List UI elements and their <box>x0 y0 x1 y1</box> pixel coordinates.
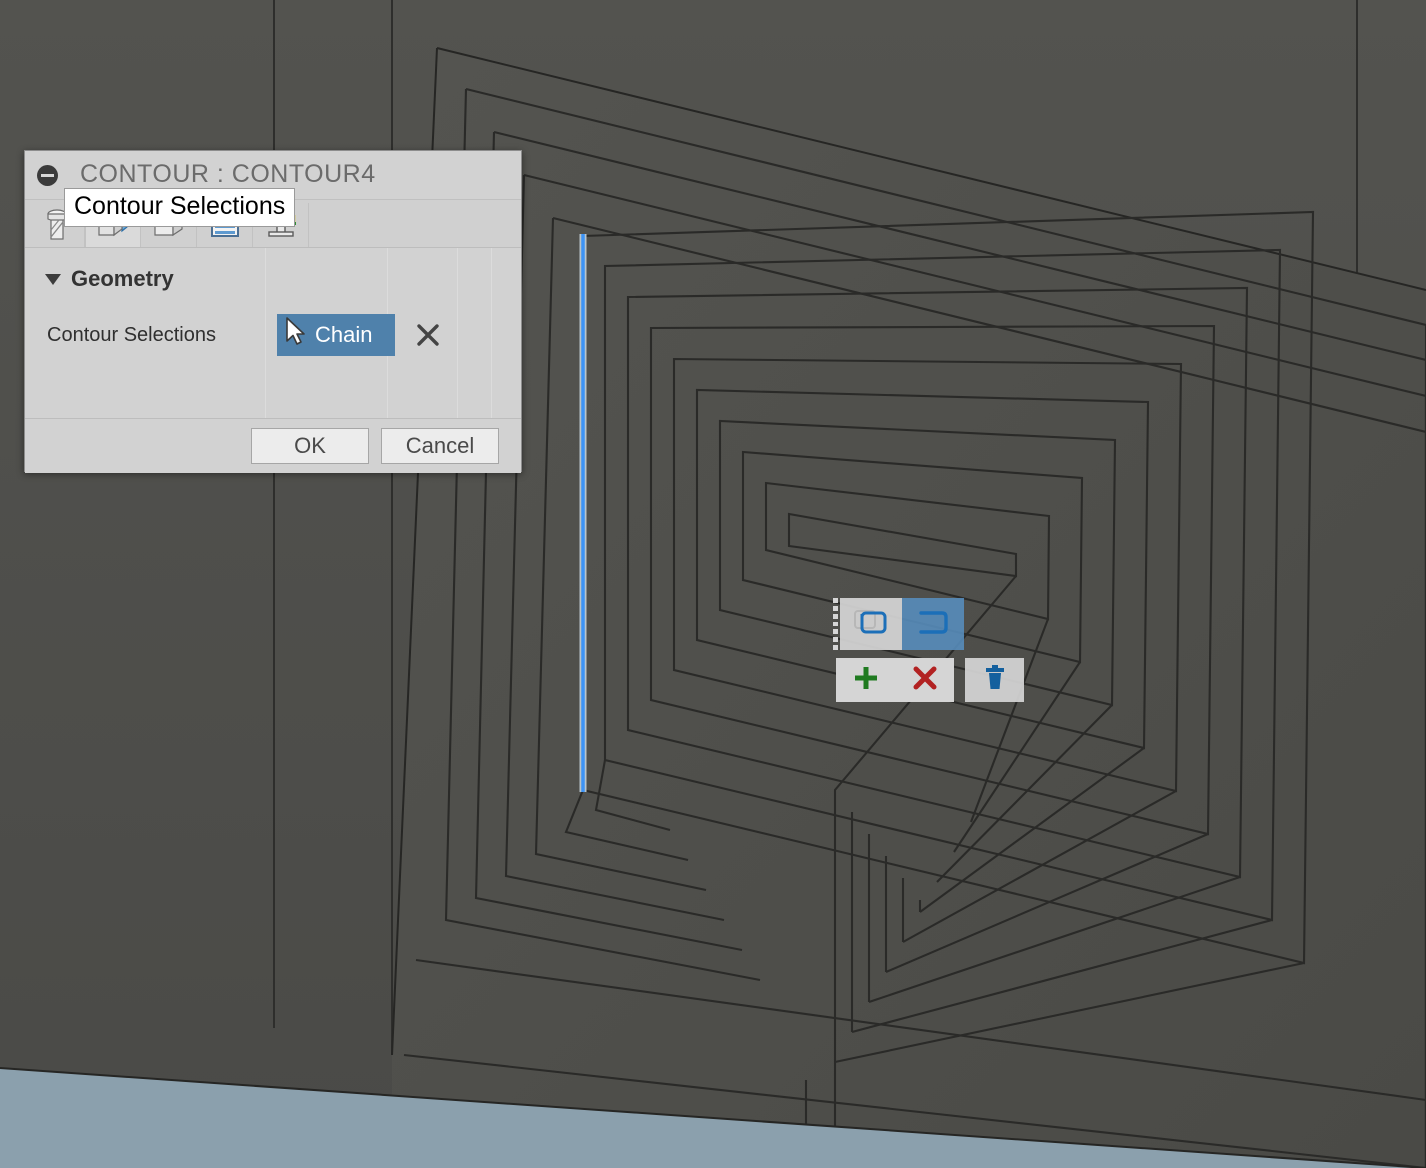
delete-selection-button[interactable] <box>965 658 1024 702</box>
mini-toolbar-mode-row <box>831 598 1024 651</box>
triangle-down-icon[interactable] <box>45 273 61 285</box>
select-cursor-icon <box>283 316 309 354</box>
cancel-button[interactable]: Cancel <box>381 428 499 464</box>
dialog-title: CONTOUR : CONTOUR4 <box>80 160 376 188</box>
dialog-footer: OK Cancel <box>25 419 521 473</box>
chain-select-button[interactable]: Chain <box>277 314 395 356</box>
trash-icon <box>982 664 1008 697</box>
contour-selections-label: Contour Selections <box>47 323 216 346</box>
add-remove-group <box>836 658 954 702</box>
tooltip: Contour Selections <box>64 188 296 227</box>
chain-button-label: Chain <box>315 322 373 347</box>
closed-loop-button[interactable] <box>840 598 902 650</box>
cam-application-window: CONTOUR : CONTOUR4 Geometry Contour Sele… <box>0 0 1426 1168</box>
geometry-section-header[interactable]: Geometry <box>45 266 174 292</box>
remove-selection-button[interactable] <box>895 658 954 702</box>
add-selection-button[interactable] <box>836 658 895 702</box>
close-x-icon[interactable] <box>415 322 441 348</box>
minus-circle-icon[interactable] <box>37 165 58 186</box>
selection-mini-toolbar[interactable] <box>831 598 1024 702</box>
dialog-body: Geometry Contour Selections Chain <box>25 248 521 419</box>
open-chain-button[interactable] <box>902 598 964 650</box>
ok-button[interactable]: OK <box>251 428 369 464</box>
geometry-section-title: Geometry <box>71 266 174 291</box>
closed-loop-icon <box>853 607 889 642</box>
plus-icon <box>853 665 879 696</box>
mini-toolbar-action-row <box>836 658 1024 702</box>
open-chain-icon <box>915 607 951 642</box>
red-x-icon <box>912 665 938 696</box>
drag-dots-icon[interactable] <box>831 598 840 651</box>
contour-selections-row: Contour Selections Chain <box>47 314 511 356</box>
